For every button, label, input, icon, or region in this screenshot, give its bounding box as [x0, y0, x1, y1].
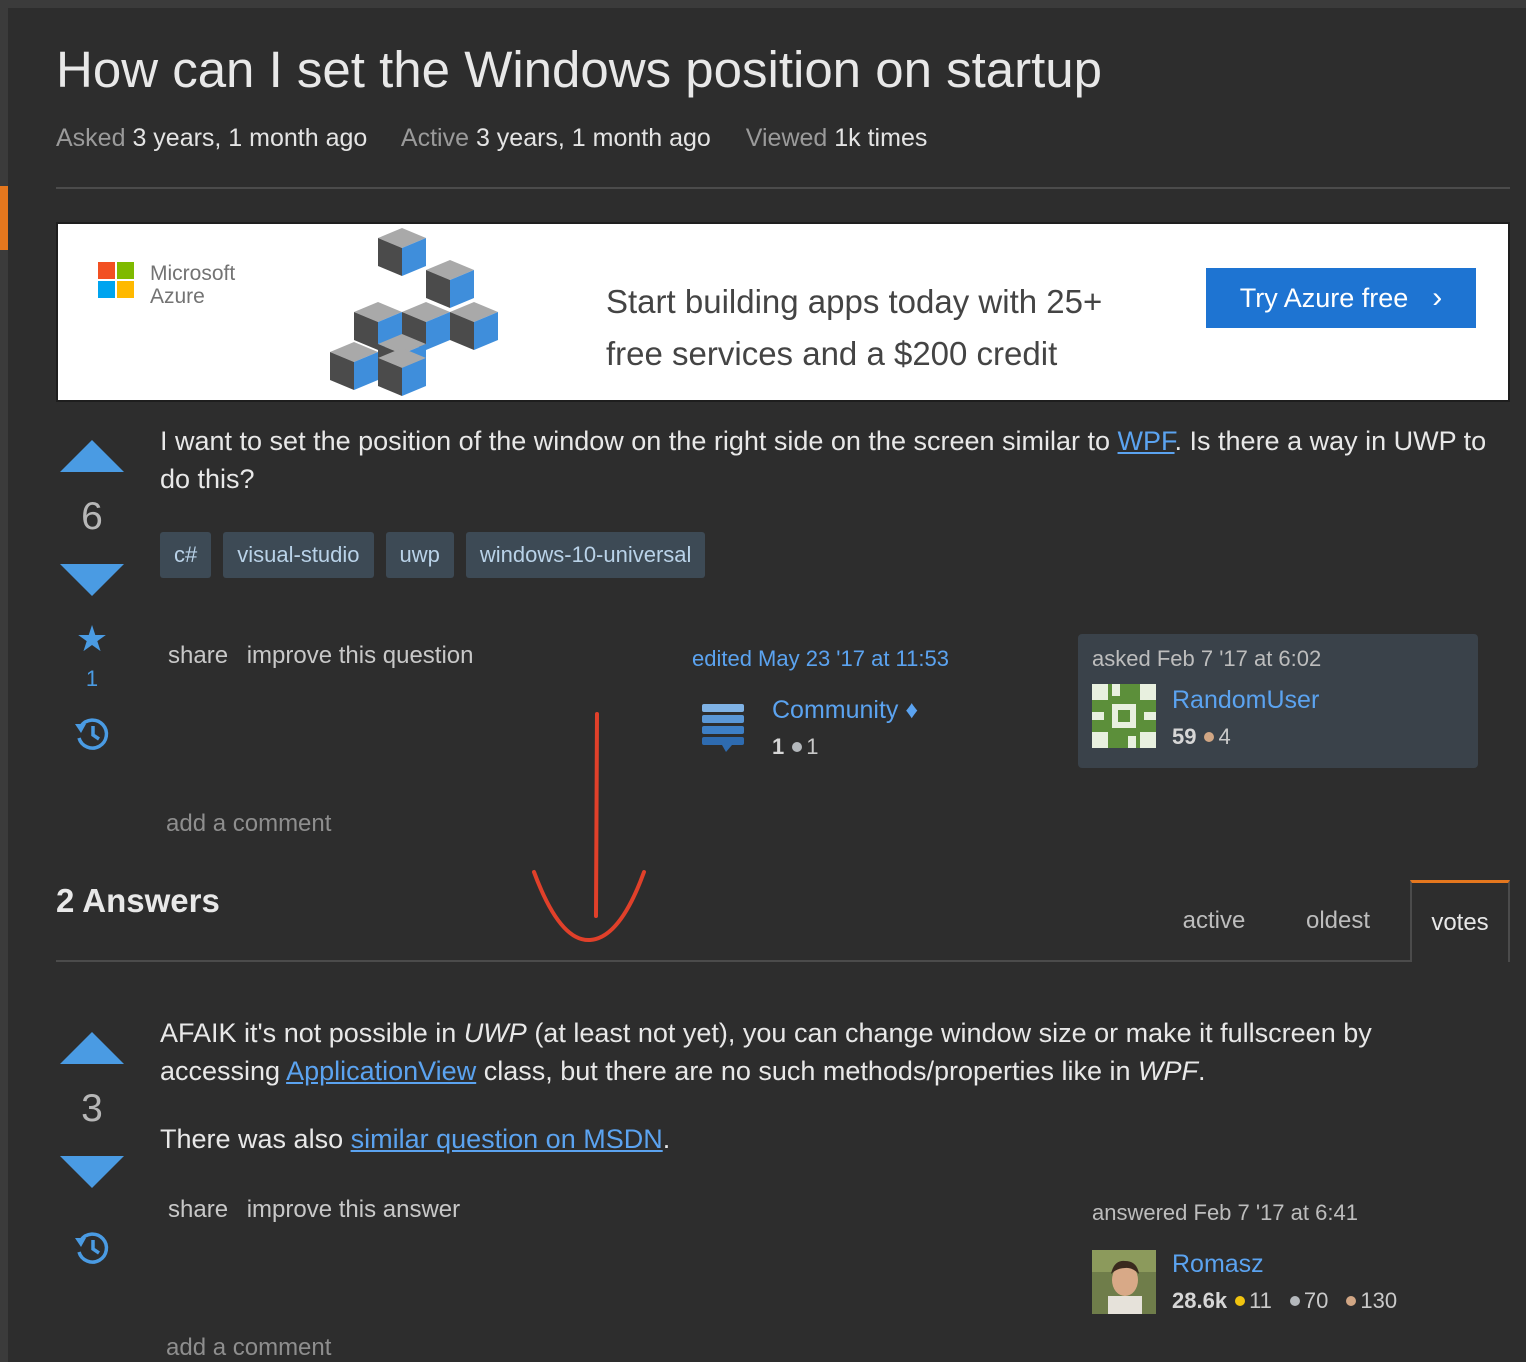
community-rep-value: 1 [772, 734, 785, 759]
active-label: Active [400, 124, 469, 152]
answers-divider [56, 960, 1410, 962]
editor-card: edited May 23 '17 at 11:53 Community ♦ 1… [692, 646, 949, 759]
answer-text-wpf: WPF [1138, 1056, 1199, 1086]
ad-brand: Microsoft Azure [150, 262, 235, 308]
asked-value: 3 years, 1 month ago [132, 124, 368, 152]
wpf-link[interactable]: WPF [1118, 426, 1175, 456]
asked-timestamp: asked Feb 7 '17 at 6:02 [1092, 646, 1322, 671]
answer-actions: share improve this answer [168, 1196, 472, 1224]
answer-history-icon[interactable] [72, 1228, 112, 1273]
top-bar [0, 0, 1526, 8]
randomuser-bronze-count: 4 [1218, 724, 1231, 749]
header-divider [56, 187, 1510, 189]
silver-badge-icon [1289, 1296, 1300, 1307]
tag-visual-studio[interactable]: visual-studio [223, 532, 374, 578]
share-link[interactable]: share [168, 642, 228, 669]
answer-vote-count: 3 [81, 1087, 103, 1130]
ad-headline-line-1: Start building apps today with 25+ [606, 283, 1103, 320]
asked-label: Asked [56, 124, 126, 152]
ad-headline: Start building apps today with 25+ free … [606, 276, 1102, 380]
applicationview-link[interactable]: ApplicationView [286, 1056, 476, 1086]
answer-add-comment-link[interactable]: add a comment [166, 1334, 331, 1362]
romasz-reputation: 28.6k 11 70 130 [1172, 1288, 1397, 1314]
community-avatar-icon[interactable] [692, 696, 756, 760]
viewed-label: Viewed [745, 124, 828, 152]
ad-headline-line-2: free services and a $200 credit [606, 335, 1058, 372]
question-body: I want to set the position of the window… [160, 422, 1490, 498]
question-add-comment-link[interactable]: add a comment [166, 810, 331, 838]
answers-count-heading: 2 Answers [56, 882, 220, 919]
answer-body-paragraph-2: There was also similar question on MSDN. [160, 1120, 1490, 1158]
answer-upvote-arrow-icon[interactable] [60, 1032, 124, 1064]
randomuser-link[interactable]: RandomUser [1172, 686, 1319, 715]
sort-tab-active[interactable]: active [1164, 880, 1264, 962]
answer-text-p2b: . [662, 1124, 671, 1154]
question-body-text-1: I want to set the position of the window… [160, 426, 1118, 456]
ad-brand-line-1: Microsoft [150, 262, 236, 285]
chevron-right-icon: › [1432, 281, 1443, 314]
answer-text-f: . [1198, 1056, 1206, 1086]
silver-badge-icon [792, 742, 803, 753]
answer-text-a: AFAIK it's not possible in [160, 1018, 464, 1048]
bronze-badge-icon [1204, 732, 1215, 743]
try-azure-free-button[interactable]: Try Azure free › [1206, 268, 1476, 328]
answer-text-p2a: There was also [160, 1124, 351, 1154]
tag-uwp[interactable]: uwp [385, 532, 454, 578]
cubes-illustration-icon [330, 228, 498, 396]
answer-text-uwp: UWP [463, 1018, 527, 1048]
improve-answer-link[interactable]: improve this answer [247, 1196, 460, 1223]
azure-ad-banner[interactable]: Microsoft Azure Start building apps toda… [56, 222, 1510, 402]
community-user-link[interactable]: Community ♦ [772, 696, 918, 725]
romasz-avatar-icon[interactable] [1092, 1250, 1156, 1314]
tag-csharp[interactable]: c# [160, 532, 212, 578]
downvote-arrow-icon[interactable] [60, 564, 124, 596]
randomuser-rep-value: 59 [1172, 724, 1197, 749]
sort-tab-votes[interactable]: votes [1410, 880, 1510, 962]
active-value[interactable]: 3 years, 1 month ago [476, 124, 711, 152]
question-meta: Asked 3 years, 1 month ago Active 3 year… [56, 124, 955, 153]
answerer-card: answered Feb 7 '17 at 6:41 Romasz 28.6k 1… [1092, 1200, 1397, 1314]
left-rail-active-marker [0, 186, 8, 250]
logo-square-blue [98, 281, 115, 298]
answer-body-paragraph-1: AFAIK it's not possible in UWP (at least… [160, 1014, 1490, 1090]
randomuser-avatar-icon[interactable] [1092, 684, 1156, 748]
answer-share-link[interactable]: share [168, 1196, 228, 1223]
logo-square-red [98, 262, 115, 279]
romasz-gold-count: 11 [1249, 1288, 1272, 1313]
msdn-question-link[interactable]: similar question on MSDN [351, 1124, 663, 1154]
gold-badge-icon [1235, 1296, 1246, 1307]
answer-downvote-arrow-icon[interactable] [60, 1156, 124, 1188]
question-actions: share improve this question [168, 642, 486, 670]
upvote-arrow-icon[interactable] [60, 440, 124, 472]
try-azure-free-label: Try Azure free [1239, 282, 1409, 313]
sort-tab-oldest[interactable]: oldest [1288, 880, 1388, 962]
question-vote-count: 6 [81, 495, 103, 538]
edited-timestamp-link[interactable]: edited May 23 '17 at 11:53 [692, 646, 949, 672]
romasz-user-link[interactable]: Romasz [1172, 1250, 1264, 1279]
answered-timestamp: answered Feb 7 '17 at 6:41 [1092, 1200, 1358, 1225]
improve-question-link[interactable]: improve this question [247, 642, 474, 669]
logo-square-green [117, 262, 134, 279]
romasz-bronze-count: 130 [1360, 1288, 1398, 1313]
favorite-count: 1 [85, 666, 99, 691]
community-reputation: 11 [772, 734, 819, 760]
romasz-silver-count: 70 [1303, 1288, 1329, 1313]
favorite-star-icon[interactable]: ★ [56, 620, 128, 658]
logo-square-yellow [117, 281, 134, 298]
community-silver-count: 1 [806, 734, 819, 759]
red-arrow-annotation-icon [532, 712, 646, 943]
history-icon[interactable] [72, 714, 112, 759]
bronze-badge-icon [1346, 1296, 1357, 1307]
randomuser-reputation: 59 4 [1172, 724, 1231, 750]
ad-brand-line-2: Azure [150, 285, 205, 308]
romasz-rep-value: 28.6k [1172, 1288, 1228, 1313]
asker-card: asked Feb 7 '17 at 6:02 RandomUser 59 4 [1078, 634, 1478, 768]
viewed-value: 1k times [834, 124, 928, 152]
tag-windows-10-universal[interactable]: windows-10-universal [465, 532, 706, 578]
question-vote-column: 6 ★ 1 [56, 440, 128, 759]
question-tags: c# visual-studio uwp windows-10-universa… [160, 532, 706, 578]
question-title[interactable]: How can I set the Windows position on st… [56, 40, 1102, 99]
answer-text-d: class, but there are no such methods/pro… [476, 1056, 1139, 1086]
answer-vote-column: 3 [56, 1032, 128, 1273]
